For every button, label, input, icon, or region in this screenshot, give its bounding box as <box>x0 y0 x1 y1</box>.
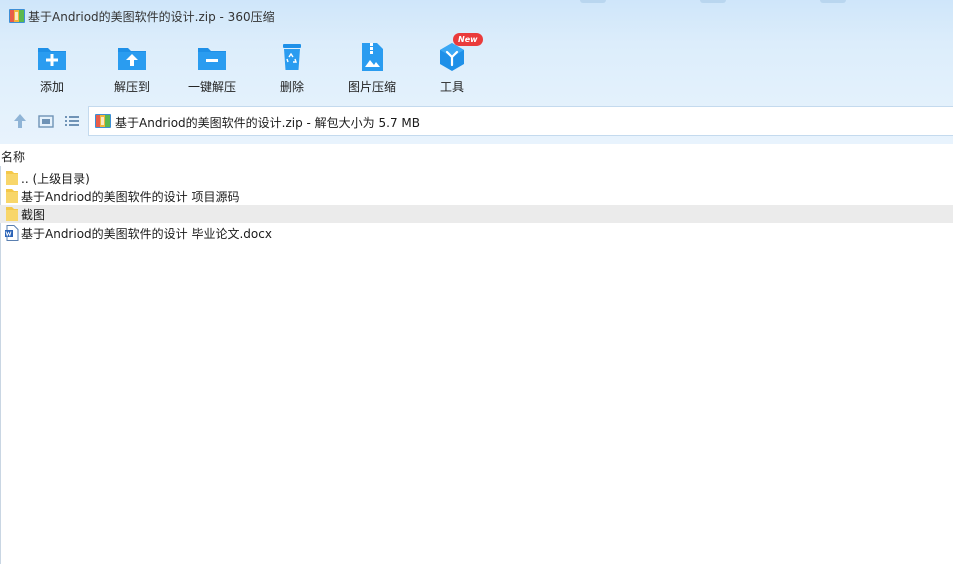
image-compress-label: 图片压缩 <box>347 80 396 94</box>
list-item-name: 截图 <box>21 208 46 222</box>
list-item-folder[interactable]: 基于Andriod的美图软件的设计 项目源码 <box>0 187 953 205</box>
title-bar: 基于Andriod的美图软件的设计.zip - 360压缩 <box>0 0 953 32</box>
titlebar-decoration <box>700 0 726 3</box>
list-header[interactable]: 名称 <box>0 146 953 166</box>
extract-to-label: 解压到 <box>113 80 150 94</box>
arrow-up-icon[interactable] <box>11 112 29 130</box>
image-compress-button[interactable]: 图片压缩 <box>334 36 410 100</box>
image-compress-icon <box>362 43 383 71</box>
titlebar-decoration <box>580 0 606 3</box>
thumbnail-view-icon[interactable] <box>37 112 55 130</box>
one-click-extract-button[interactable]: 一键解压 <box>174 36 250 100</box>
list-item-parent[interactable]: .. (上级目录) <box>0 169 953 187</box>
archive-path-text: 基于Andriod的美图软件的设计.zip - 解包大小为 5.7 MB <box>115 116 420 130</box>
top-band: 基于Andriod的美图软件的设计.zip - 360压缩 添加 解压到 一键解… <box>0 0 953 144</box>
list-item-name: 基于Andriod的美图软件的设计 毕业论文.docx <box>21 227 272 241</box>
extract-to-icon <box>118 48 146 70</box>
delete-button[interactable]: 删除 <box>254 36 330 100</box>
recycle-bin-icon <box>283 44 301 70</box>
add-label: 添加 <box>39 80 64 94</box>
list-item-file[interactable]: 基于Andriod的美图软件的设计 毕业论文.docx <box>0 224 953 242</box>
new-badge: New <box>453 33 483 46</box>
navigation-bar: 基于Andriod的美图软件的设计.zip - 解包大小为 5.7 MB <box>0 106 953 136</box>
folder-icon <box>6 189 18 203</box>
tools-label: 工具 <box>439 80 464 94</box>
list-item-folder-selected[interactable]: 截图 <box>0 205 953 223</box>
add-folder-icon <box>38 48 66 70</box>
column-name-header[interactable]: 名称 <box>1 148 25 165</box>
extract-to-button[interactable]: 解压到 <box>94 36 170 100</box>
folder-icon <box>6 171 18 185</box>
one-click-extract-icon <box>198 48 226 70</box>
list-view-icon[interactable] <box>63 112 81 130</box>
word-document-icon <box>5 225 19 241</box>
delete-label: 删除 <box>279 80 304 94</box>
list-item-name: .. (上级目录) <box>21 172 90 186</box>
folder-icon <box>6 207 18 221</box>
path-bar[interactable]: 基于Andriod的美图软件的设计.zip - 解包大小为 5.7 MB <box>88 106 953 136</box>
add-button[interactable]: 添加 <box>14 36 90 100</box>
list-item-name: 基于Andriod的美图软件的设计 项目源码 <box>21 190 240 204</box>
one-click-extract-label: 一键解压 <box>187 80 236 94</box>
zip-file-icon <box>95 114 111 128</box>
window-title: 基于Andriod的美图软件的设计.zip - 360压缩 <box>28 10 275 24</box>
zip-app-icon <box>9 9 25 23</box>
titlebar-decoration <box>820 0 846 3</box>
